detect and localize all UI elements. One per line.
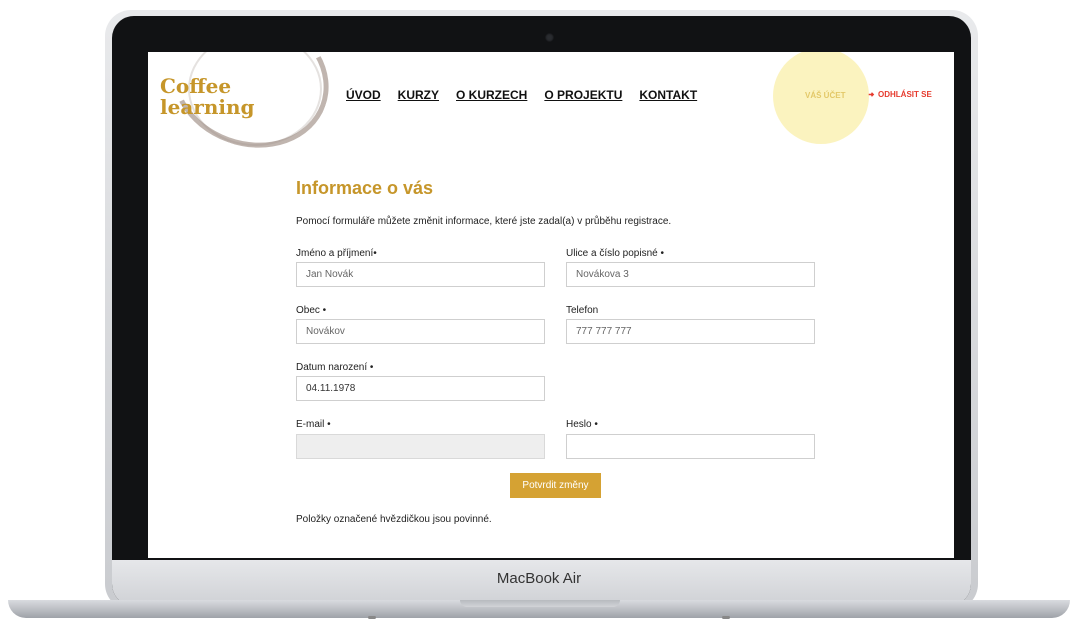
- laptop-foot: [368, 616, 376, 619]
- nav-item-kurzy[interactable]: KURZY: [398, 88, 439, 102]
- birth-date-field[interactable]: 04.11.1978: [296, 376, 545, 401]
- phone-label: Telefon: [566, 305, 599, 316]
- nav-item-o-kurzech[interactable]: O KURZECH: [456, 88, 527, 102]
- logo-line-2: learning: [160, 95, 255, 119]
- nav-item-kontakt[interactable]: KONTAKT: [639, 88, 697, 102]
- logo-line-1: Coffee: [160, 74, 232, 98]
- laptop-foot: [722, 616, 730, 619]
- device-model-label: MacBook Air: [496, 570, 582, 587]
- camera-icon: [545, 33, 554, 42]
- city-field[interactable]: Novákov: [296, 319, 545, 344]
- site-logo[interactable]: Coffee learning: [160, 76, 254, 118]
- account-link[interactable]: VÁŠ ÚČET: [805, 91, 845, 100]
- nav-item-o-projektu[interactable]: O PROJEKTU: [544, 88, 622, 102]
- password-field[interactable]: [566, 434, 815, 459]
- nav-item-uvod[interactable]: ÚVOD: [346, 88, 381, 102]
- phone-field[interactable]: 777 777 777: [566, 319, 815, 344]
- name-field[interactable]: Jan Novák: [296, 262, 545, 287]
- birth-label: Datum narození •: [296, 362, 374, 373]
- required-note: Položky označené hvězdičkou jsou povinné…: [296, 514, 492, 525]
- logout-label: ODHLÁSIT SE: [878, 90, 932, 99]
- password-label: Heslo •: [566, 419, 598, 430]
- main-nav: ÚVOD KURZY O KURZECH O PROJEKTU KONTAKT: [346, 88, 697, 102]
- page-title: Informace o vás: [296, 178, 434, 198]
- form-intro: Pomocí formuláře můžete změnit informace…: [296, 216, 672, 227]
- logout-icon: [868, 92, 875, 97]
- city-label: Obec •: [296, 305, 327, 316]
- email-field[interactable]: [296, 434, 545, 459]
- street-label: Ulice a číslo popisné •: [566, 248, 664, 259]
- screen: Coffee learning ÚVOD KURZY O KURZECH O P…: [148, 52, 954, 558]
- laptop-opening-notch: [460, 600, 620, 607]
- email-label: E-mail •: [296, 419, 331, 430]
- macbook-device: Coffee learning ÚVOD KURZY O KURZECH O P…: [0, 0, 1078, 626]
- street-field[interactable]: Novákova 3: [566, 262, 815, 287]
- logout-link[interactable]: ODHLÁSIT SE: [868, 90, 932, 99]
- submit-button[interactable]: Potvrdit změny: [510, 473, 601, 498]
- name-label: Jméno a příjmení•: [296, 248, 377, 259]
